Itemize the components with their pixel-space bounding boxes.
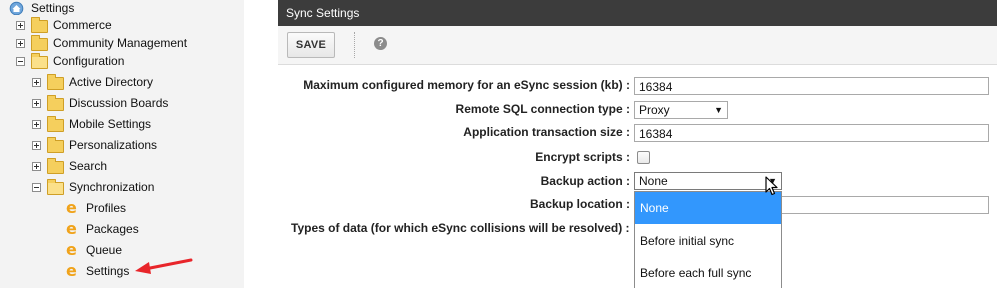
tree-item-queue[interactable]: e Queue xyxy=(0,240,240,261)
types-of-data-label: Types of data (for which eSync collision… xyxy=(291,221,630,235)
collapse-icon[interactable] xyxy=(32,183,41,192)
folder-icon xyxy=(31,17,48,33)
tree-item-active-directory[interactable]: Active Directory xyxy=(0,72,240,93)
remote-sql-value: Proxy xyxy=(639,103,670,117)
save-button[interactable]: SAVE xyxy=(287,32,335,58)
backup-location-label: Backup location : xyxy=(529,197,630,211)
remote-sql-select[interactable]: Proxy ▼ xyxy=(634,101,728,119)
folder-icon xyxy=(47,137,64,153)
tree-item-label: Queue xyxy=(86,243,123,257)
expand-icon[interactable] xyxy=(16,39,25,48)
home-icon xyxy=(9,1,24,15)
folder-icon xyxy=(47,74,64,90)
tree-item-label: Discussion Boards xyxy=(69,96,169,110)
tree-item-packages[interactable]: e Packages xyxy=(0,219,240,240)
page-icon: e xyxy=(66,240,77,259)
max-memory-input[interactable]: 16384 xyxy=(634,77,989,95)
dropdown-option-before-initial-sync[interactable]: Before initial sync xyxy=(635,225,781,257)
transaction-size-label: Application transaction size : xyxy=(463,125,630,139)
folder-icon xyxy=(47,116,64,132)
folder-icon xyxy=(47,158,64,174)
expand-icon[interactable] xyxy=(32,78,41,87)
tree-item-search[interactable]: Search xyxy=(0,156,240,177)
toolbar-separator xyxy=(354,32,355,58)
backup-action-label: Backup action : xyxy=(540,174,630,188)
help-icon[interactable]: ? xyxy=(374,37,387,50)
tree-item-label: Configuration xyxy=(53,54,125,68)
folder-icon xyxy=(47,95,64,111)
backup-action-select[interactable]: None ▼ xyxy=(634,172,782,190)
tree-item-label: Search xyxy=(69,159,108,173)
dropdown-option-none[interactable]: None xyxy=(635,192,781,224)
settings-tree: Settings Commerce Community Management C… xyxy=(0,0,244,288)
encrypt-scripts-checkbox[interactable] xyxy=(637,151,650,164)
dropdown-option-before-each-full-sync[interactable]: Before each full sync xyxy=(635,257,781,289)
toolbar: SAVE ? xyxy=(278,26,997,65)
expand-icon[interactable] xyxy=(32,162,41,171)
tree-item-profiles[interactable]: e Profiles xyxy=(0,198,240,219)
tree-item-mobile-settings[interactable]: Mobile Settings xyxy=(0,114,240,135)
mouse-cursor-icon xyxy=(765,176,778,196)
tree-item-label: Settings xyxy=(86,264,130,278)
tree-item-label: Synchronization xyxy=(69,180,155,194)
panel-title: Sync Settings xyxy=(286,6,360,20)
backup-action-dropdown-list: None Before initial sync Before each ful… xyxy=(634,191,782,288)
collapse-icon[interactable] xyxy=(16,57,25,66)
backup-action-value: None xyxy=(639,174,668,188)
page-icon: e xyxy=(66,261,77,280)
page-icon: e xyxy=(66,219,77,238)
tree-item-label: Mobile Settings xyxy=(69,117,152,131)
tree-item-discussion-boards[interactable]: Discussion Boards xyxy=(0,93,240,114)
encrypt-scripts-label: Encrypt scripts : xyxy=(535,150,630,164)
panel-header: Sync Settings xyxy=(278,0,997,26)
expand-icon[interactable] xyxy=(32,141,41,150)
open-folder-icon xyxy=(31,53,48,69)
tree-item-label: Packages xyxy=(86,222,139,236)
max-memory-label: Maximum configured memory for an eSync s… xyxy=(303,78,630,92)
tree-item-label: Active Directory xyxy=(69,75,154,89)
tree-item-label: Profiles xyxy=(86,201,127,215)
tree-item-label: Personalizations xyxy=(69,138,158,152)
page-icon: e xyxy=(66,198,77,217)
dropdown-caret-icon: ▼ xyxy=(714,105,723,115)
transaction-size-input[interactable]: 16384 xyxy=(634,124,989,142)
tree-item-settings[interactable]: e Settings xyxy=(0,261,240,282)
red-arrow-annotation xyxy=(135,258,193,274)
remote-sql-label: Remote SQL connection type : xyxy=(455,102,630,116)
tree-item-synchronization[interactable]: Synchronization xyxy=(0,177,240,198)
folder-icon xyxy=(31,35,48,51)
open-folder-icon xyxy=(47,179,64,195)
expand-icon[interactable] xyxy=(32,120,41,129)
tree-item-configuration[interactable]: Configuration xyxy=(0,51,240,72)
expand-icon[interactable] xyxy=(16,21,25,30)
tree-item-personalizations[interactable]: Personalizations xyxy=(0,135,240,156)
expand-icon[interactable] xyxy=(32,99,41,108)
